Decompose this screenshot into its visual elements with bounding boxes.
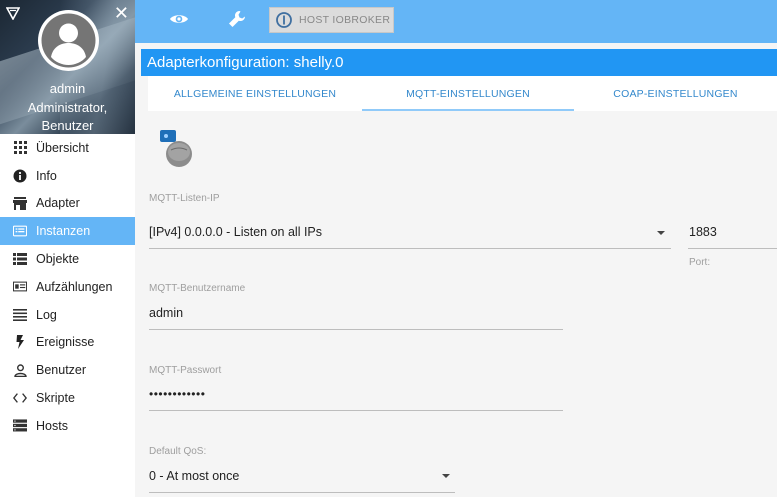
host-button-label: HOST IOBROKER <box>299 14 391 26</box>
sidebar: ✕ admin Administrator, Benutzer Übersich… <box>0 0 135 497</box>
eye-button[interactable] <box>165 8 193 34</box>
shelly-adapter-logo-icon <box>157 128 193 167</box>
avatar <box>38 10 99 71</box>
wrench-button[interactable] <box>223 8 251 34</box>
sidebar-item-adapter[interactable]: Adapter <box>0 190 135 218</box>
sidebar-item-label: Hosts <box>36 418 68 433</box>
tab-coap-einstellungen[interactable]: COAP-EINSTELLUNGEN <box>574 76 777 111</box>
tab-allgemeine-einstellungen[interactable]: ALLGEMEINE EINSTELLUNGEN <box>148 76 362 111</box>
password-underline <box>149 410 563 411</box>
wrench-icon <box>228 10 246 33</box>
port-label: Port: <box>689 257 711 268</box>
user-icon <box>13 363 27 377</box>
sidebar-item-skripte[interactable]: Skripte <box>0 384 135 412</box>
sidebar-item-label: Instanzen <box>36 224 91 239</box>
qos-underline <box>149 492 455 493</box>
sidebar-item-aufzaehlungen[interactable]: Aufzählungen <box>0 273 135 301</box>
qos-select[interactable]: 0 - At most once <box>149 469 455 483</box>
qos-label: Default QoS: <box>149 446 207 457</box>
close-icon[interactable]: ✕ <box>114 4 129 22</box>
top-toolbar: HOST IOBROKER <box>135 0 777 43</box>
sidebar-item-label: Ereignisse <box>36 335 95 350</box>
chevron-down-icon[interactable] <box>442 474 450 478</box>
hosts-icon <box>13 419 27 433</box>
sidebar-item-ereignisse[interactable]: Ereignisse <box>0 329 135 357</box>
sidebar-item-label: Objekte <box>36 252 80 267</box>
password-input[interactable]: •••••••••••• <box>149 387 563 401</box>
profile-panel: ✕ admin Administrator, Benutzer <box>0 0 135 134</box>
port-underline <box>688 248 777 249</box>
user-role: Administrator, Benutzer <box>0 99 135 134</box>
chevron-down-icon[interactable] <box>657 231 665 235</box>
username-label: MQTT-Benutzername <box>149 283 246 294</box>
store-icon <box>13 196 27 210</box>
page-title: Adapterkonfiguration: shelly.0 <box>141 49 777 76</box>
sidebar-item-label: Adapter <box>36 196 80 211</box>
sidebar-item-uebersicht[interactable]: Übersicht <box>0 134 135 162</box>
sidebar-item-label: Skripte <box>36 391 75 406</box>
bolt-icon <box>13 335 27 350</box>
password-label: MQTT-Passwort <box>149 365 222 376</box>
sidebar-item-label: Übersicht <box>36 140 89 155</box>
username-underline <box>149 329 563 330</box>
sidebar-nav: Übersicht Info Adapter Instanzen Objekte <box>0 134 135 440</box>
menu-triangle-icon[interactable] <box>5 6 21 21</box>
tab-mqtt-einstellungen[interactable]: MQTT-EINSTELLUNGEN <box>362 76 574 111</box>
info-icon <box>13 169 27 183</box>
log-icon <box>13 308 27 322</box>
sidebar-item-label: Aufzählungen <box>36 279 113 294</box>
host-button[interactable]: HOST IOBROKER <box>269 7 394 33</box>
listen-ip-underline <box>149 248 671 249</box>
enums-icon <box>13 280 27 294</box>
listen-ip-label: MQTT-Listen-IP <box>149 193 220 204</box>
sidebar-item-label: Log <box>36 307 57 322</box>
settings-tabs: ALLGEMEINE EINSTELLUNGEN MQTT-EINSTELLUN… <box>148 76 777 111</box>
user-role-line2: Benutzer <box>41 118 94 133</box>
list-icon <box>13 252 27 266</box>
sidebar-item-objekte[interactable]: Objekte <box>0 245 135 273</box>
sidebar-item-label: Info <box>36 168 57 183</box>
settings-form: MQTT-Listen-IP [IPv4] 0.0.0.0 - Listen o… <box>141 111 777 497</box>
user-role-line1: Administrator, <box>27 100 108 115</box>
eye-icon <box>169 12 189 31</box>
code-icon <box>13 391 27 405</box>
iobroker-logo-icon <box>276 12 292 28</box>
sidebar-item-label: Benutzer <box>36 363 87 378</box>
sidebar-item-benutzer[interactable]: Benutzer <box>0 356 135 384</box>
user-name: admin <box>49 81 86 96</box>
listen-ip-select[interactable]: [IPv4] 0.0.0.0 - Listen on all IPs <box>149 225 669 239</box>
grid-icon <box>13 141 27 155</box>
sidebar-item-info[interactable]: Info <box>0 162 135 190</box>
sidebar-item-instanzen[interactable]: Instanzen <box>0 217 135 246</box>
username-input[interactable]: admin <box>149 306 563 320</box>
sidebar-item-log[interactable]: Log <box>0 301 135 329</box>
instances-icon <box>13 224 27 238</box>
sidebar-item-hosts[interactable]: Hosts <box>0 412 135 440</box>
port-input[interactable]: 1883 <box>689 225 777 239</box>
